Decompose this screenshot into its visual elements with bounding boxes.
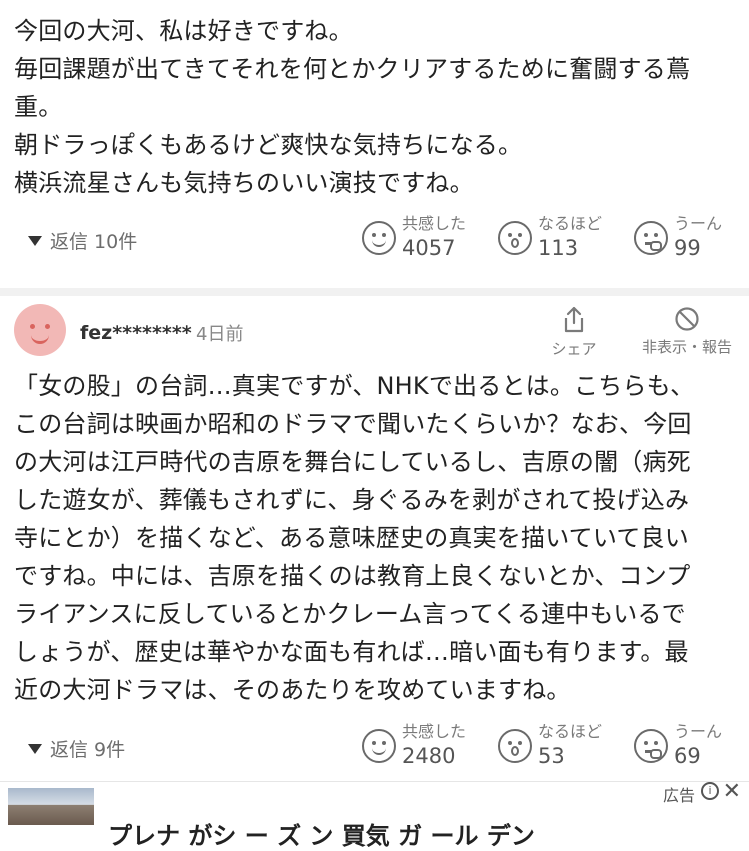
reaction-label: うーん (674, 722, 723, 741)
reaction-count: 99 (674, 236, 701, 260)
report-label: 非表示・報告 (641, 338, 732, 356)
smile-icon (362, 221, 396, 255)
reaction-label: うーん (674, 214, 723, 233)
reaction-label: 共感した (402, 214, 467, 233)
reaction-naruhodo-button[interactable]: なるほど 113 (498, 214, 602, 262)
close-icon[interactable]: ✕ (723, 779, 741, 804)
timestamp: 4日前 (196, 324, 244, 345)
comment-actions: 返信 10件 共感した 4057 なるほど 113 うーん 99 (0, 214, 749, 274)
triangle-down-icon (28, 743, 42, 754)
reaction-kyokan-button[interactable]: 共感した 4057 (362, 214, 466, 262)
comment-text: 「女の股」の台詞…真実ですが、NHKで出るとは。こちらも、 この台詞は映画か昭和… (0, 367, 749, 709)
reaction-count: 53 (538, 744, 565, 768)
comment-line: 寺にとか）を描くなど、ある意味歴史の真実を描いていて良い (14, 524, 689, 552)
reaction-label: 共感した (402, 722, 467, 741)
comment-line: しょうが、歴史は華やかな面も有れば…暗い面も有ります。最 (14, 638, 689, 666)
thinking-face-icon (634, 729, 668, 763)
reaction-label: なるほど (538, 722, 603, 741)
ad-image[interactable] (8, 788, 94, 825)
comment-line: ライアンスに反しているとかクレーム言ってくる連中もいるで (14, 600, 686, 628)
comment-divider (0, 288, 749, 296)
triangle-down-icon (28, 235, 42, 246)
comment-line: 重。 (14, 93, 63, 121)
comment-line: 近の大河ドラマは、そのあたりを攻めていますね。 (14, 676, 571, 704)
share-label: シェア (551, 340, 597, 358)
share-button[interactable]: シェア (548, 306, 600, 359)
comment-line: 横浜流星さんも気持ちのいい演技ですね。 (14, 169, 474, 197)
comment-line: 「女の股」の台詞…真実ですが、NHKで出るとは。こちらも、 (14, 372, 695, 400)
reaction-uun-button[interactable]: うーん 69 (634, 722, 722, 770)
reaction-count: 69 (674, 744, 701, 768)
avatar[interactable] (14, 304, 66, 356)
comment-line: した遊女が、葬儀もされずに、身ぐるみを剥がされて投げ込み (14, 486, 690, 514)
ad-title[interactable]: プレナ がシ ー ズ ン 買気 ガ ール デン (108, 816, 535, 851)
replies-label: 返信 10件 (50, 231, 138, 253)
share-icon (564, 306, 584, 333)
comment-line: 毎回課題が出てきてそれを何とかクリアするために奮闘する蔦 (14, 55, 691, 83)
comment-line: の大河は江戸時代の吉原を舞台にしているし、吉原の闇（病死 (14, 448, 691, 476)
reaction-uun-button[interactable]: うーん 99 (634, 214, 722, 262)
comment-line: この台詞は映画か昭和のドラマで聞いたくらいか？なお、今回 (14, 410, 692, 438)
comment-line: ですね。中には、吉原を描くのは教育上良くないとか、コンプ (14, 562, 691, 590)
surprised-face-icon (498, 729, 532, 763)
comment-text: 今回の大河、私は好きですね。 毎回課題が出てきてそれを何とかクリアするために奮闘… (0, 12, 749, 202)
comment-line: 今回の大河、私は好きですね。 (14, 17, 353, 45)
username[interactable]: fez******** (80, 322, 192, 344)
replies-toggle[interactable]: 返信 9件 (28, 735, 125, 762)
replies-toggle[interactable]: 返信 10件 (28, 227, 137, 254)
thinking-face-icon (634, 221, 668, 255)
reaction-kyokan-button[interactable]: 共感した 2480 (362, 722, 466, 770)
comment-actions: 返信 9件 共感した 2480 なるほど 53 うーん 69 (0, 722, 749, 782)
ad-label: 広告 (662, 786, 695, 805)
prohibit-icon (675, 307, 699, 331)
reaction-naruhodo-button[interactable]: なるほど 53 (498, 722, 602, 770)
hide-report-button[interactable]: 非表示・報告 (632, 306, 742, 357)
smile-icon (362, 729, 396, 763)
comment-header: fez******** 4日前 シェア 非表示・報告 (0, 302, 749, 364)
replies-label: 返信 9件 (50, 739, 126, 761)
ad-banner[interactable]: 広告 i ✕ プレナ がシ ー ズ ン 買気 ガ ール デン (0, 779, 749, 850)
info-icon[interactable]: i (701, 782, 719, 800)
comment-line: 朝ドラっぽくもあるけど爽快な気持ちになる。 (14, 131, 523, 159)
surprised-face-icon (498, 221, 532, 255)
reaction-count: 2480 (402, 744, 456, 768)
reaction-count: 4057 (402, 236, 456, 260)
reaction-count: 113 (538, 236, 579, 260)
reaction-label: なるほど (538, 214, 603, 233)
